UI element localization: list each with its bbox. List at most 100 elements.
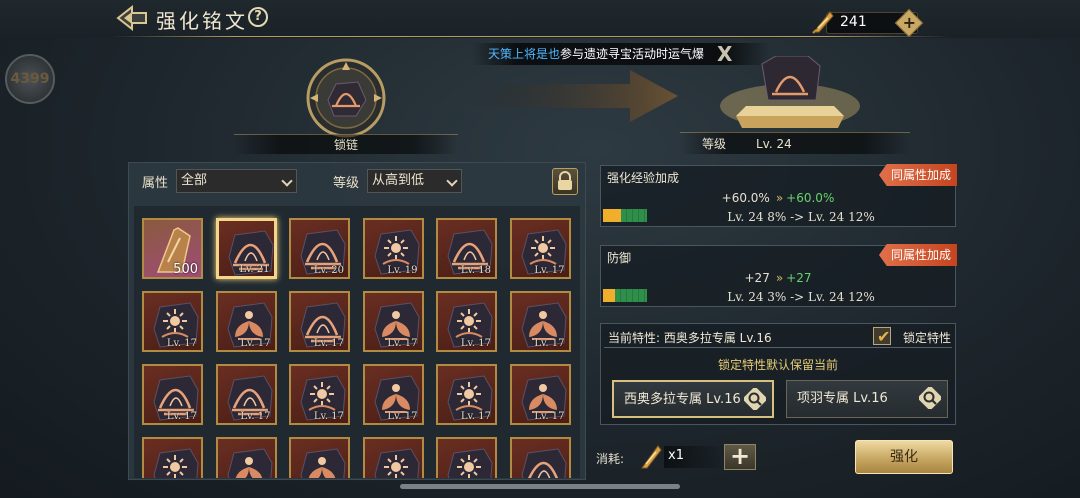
stat-value-compare: +60.0%» +60.0% <box>601 191 955 205</box>
trait-lock-note: 锁定特性默认保留当前 <box>717 358 838 372</box>
slot-level: Lv. 18 <box>460 265 491 276</box>
inscription-slot[interactable]: Lv. 17 <box>142 364 203 425</box>
stat-progress-bar <box>603 209 647 222</box>
same-attribute-bonus-tag: 同属性加成 <box>879 244 957 266</box>
stat-value-compare: +27» +27 <box>601 271 955 285</box>
material-slot[interactable]: 500 <box>142 218 203 279</box>
inscription-slot[interactable]: Lv. 17 <box>509 364 571 425</box>
target-inscription-pedestal <box>716 55 864 136</box>
inscription-slot[interactable]: Lv. 17 <box>362 291 424 352</box>
stat-progress-current <box>603 209 621 222</box>
stat-level-compare: Lv. 24 3% -> Lv. 24 12% <box>727 290 875 304</box>
slot-level: Lv. 17 <box>460 411 491 422</box>
slot-level: Lv. 17 <box>313 411 344 422</box>
inscription-slot[interactable]: Lv. 17 <box>215 364 277 425</box>
magnifier-icon <box>919 387 941 409</box>
target-level-label: 等级 <box>702 137 727 151</box>
slot-level: Lv. 19 <box>387 265 418 276</box>
source-inscription-socket <box>304 56 388 140</box>
slot-level: Lv. 17 <box>534 265 565 276</box>
trait-option-alternate[interactable]: 项羽专属 Lv.16 <box>786 380 948 418</box>
slot-level: Lv. 17 <box>240 411 271 422</box>
cost-quantity: x1 <box>668 448 684 463</box>
inscription-slot[interactable]: Lv. 21 <box>215 218 277 279</box>
inscription-slot[interactable] <box>436 437 497 478</box>
plus-icon: + <box>902 13 917 33</box>
trait-option-current[interactable]: 西奥多拉专属 Lv.16 <box>612 380 774 418</box>
inscription-slot[interactable]: Lv. 20 <box>289 218 350 279</box>
checkmark-icon: ✔ <box>877 327 891 346</box>
slot-level: Lv. 20 <box>313 265 344 276</box>
inscription-slot[interactable] <box>215 437 277 478</box>
attribute-filter-label: 属性 <box>142 176 169 191</box>
inscription-slot[interactable]: Lv. 17 <box>142 291 203 352</box>
double-chevron-right-icon: » <box>775 271 784 285</box>
slot-level: Lv. 17 <box>460 338 491 349</box>
inscription-slot[interactable]: Lv. 17 <box>289 291 350 352</box>
inscription-slot[interactable] <box>142 437 203 478</box>
inscription-slot[interactable]: Lv. 19 <box>362 218 424 279</box>
flame-inscription-icon <box>520 448 567 478</box>
inscription-slot[interactable]: Lv. 17 <box>509 291 571 352</box>
notice-message: 参与遗迹寻宝活动时运气爆 <box>560 47 705 61</box>
stat-title: 防御 <box>607 251 632 265</box>
inscription-grid: 500 Lv. 21 Lv. 20 Lv. 19 Lv. 18 Lv. 17 Lv. 17 L… <box>134 206 580 478</box>
add-material-button[interactable]: + <box>724 444 756 470</box>
lock-filter-button[interactable] <box>552 168 578 195</box>
inscription-slot[interactable] <box>289 437 350 478</box>
stat-progress-current <box>603 289 615 302</box>
slot-level: Lv. 17 <box>313 338 344 349</box>
feather-material-icon <box>638 442 664 472</box>
slot-level: Lv. 17 <box>387 338 418 349</box>
back-button[interactable] <box>116 4 150 32</box>
header-divider <box>110 36 950 37</box>
inscription-slot[interactable]: Lv. 17 <box>509 218 571 279</box>
inscription-slot[interactable]: Lv. 17 <box>436 364 497 425</box>
attribute-filter-select[interactable]: 全部 <box>176 169 297 193</box>
stat-box: 防御 同属性加成 +27» +27 Lv. 24 3% -> Lv. 24 12% <box>600 244 957 307</box>
notice-player-name: 天策上将是也 <box>488 47 561 61</box>
slot-level: Lv. 17 <box>240 338 271 349</box>
chevron-down-icon <box>446 175 458 187</box>
slot-quantity: 500 <box>173 262 198 277</box>
same-attribute-bonus-tag: 同属性加成 <box>879 164 957 186</box>
cost-label: 消耗: <box>596 452 625 466</box>
inscription-slot[interactable]: Lv. 17 <box>362 364 424 425</box>
inscription-slot[interactable]: Lv. 17 <box>215 291 277 352</box>
upgrade-direction-arrow-icon <box>470 68 680 124</box>
slot-level: Lv. 17 <box>534 411 565 422</box>
lock-icon <box>558 171 572 190</box>
stat-new-value: +27 <box>786 271 812 285</box>
target-level-value: Lv. 24 <box>756 137 792 151</box>
target-level-row: 等级 Lv. 24 <box>680 132 910 154</box>
slot-level: Lv. 21 <box>239 264 270 275</box>
back-arrow-icon <box>116 4 147 32</box>
stat-level-compare: Lv. 24 8% -> Lv. 24 12% <box>727 210 875 224</box>
stat-old-value: +27 <box>744 271 770 285</box>
stat-old-value: +60.0% <box>721 191 770 205</box>
stat-progress-bar <box>603 289 647 302</box>
trait-option-label: 项羽专属 Lv.16 <box>797 391 888 406</box>
double-chevron-right-icon: » <box>775 191 784 205</box>
home-indicator[interactable] <box>400 484 680 489</box>
lotus-inscription-icon <box>300 448 346 478</box>
inscription-slot[interactable]: Lv. 17 <box>436 291 497 352</box>
inscription-slot[interactable]: Lv. 18 <box>436 218 497 279</box>
page-title: 强化铭文 <box>156 9 248 33</box>
help-button[interactable]: ? <box>248 7 268 27</box>
sun-inscription-icon <box>153 448 199 478</box>
inscription-slot[interactable] <box>509 437 571 478</box>
inscription-slot[interactable]: Lv. 17 <box>289 364 350 425</box>
floating-app-button[interactable]: 4399 <box>5 54 55 104</box>
stat-progress-gain <box>615 289 647 302</box>
feather-currency-icon <box>810 8 836 36</box>
sun-inscription-icon <box>447 448 493 478</box>
level-sort-value: 从高到低 <box>372 173 425 188</box>
level-sort-select[interactable]: 从高到低 <box>367 169 462 193</box>
sun-inscription-icon <box>373 448 420 478</box>
currency-amount: 241 <box>840 14 867 30</box>
enhance-button[interactable]: 强化 <box>855 440 953 474</box>
magnifier-icon <box>744 388 766 410</box>
current-trait-label: 当前特性: 西奥多拉专属 Lv.16 <box>608 331 772 345</box>
inscription-slot[interactable] <box>362 437 424 478</box>
